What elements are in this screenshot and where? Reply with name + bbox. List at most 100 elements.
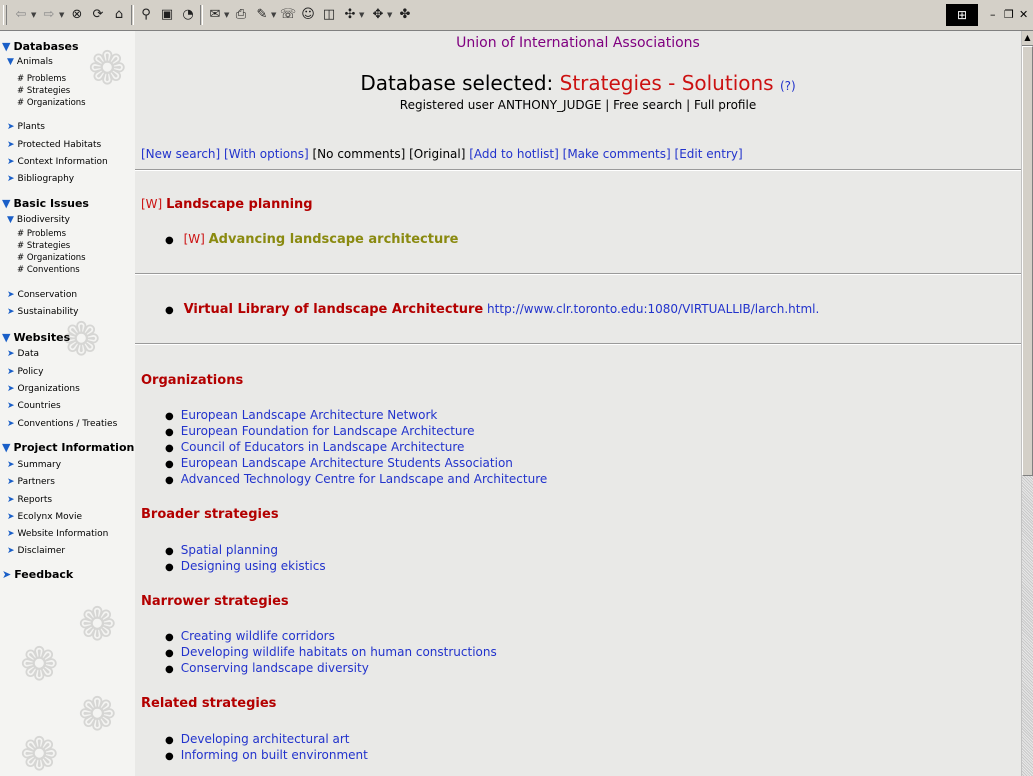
list-item[interactable]: ● Informing on built environment xyxy=(165,747,368,763)
toolbar-separator xyxy=(200,5,203,25)
edit-dropdown-icon[interactable]: ▼ xyxy=(271,5,276,25)
vertical-scrollbar[interactable]: ▲ xyxy=(1021,31,1033,776)
sidebar-item-policy[interactable]: ➤ Policy xyxy=(7,367,43,377)
encoding-dropdown-icon[interactable]: ▼ xyxy=(387,5,392,25)
edit-entry-link[interactable]: [Edit entry] xyxy=(675,147,743,161)
list-item[interactable]: ● European Landscape Architecture Network xyxy=(165,407,547,423)
tools-icon[interactable]: ✤ xyxy=(396,5,414,25)
sidebar-item-animals[interactable]: ▼ Animals xyxy=(7,57,53,67)
with-options-link[interactable]: [With options] xyxy=(224,147,309,161)
translate-icon[interactable]: ✣ xyxy=(341,5,359,25)
sidebar-section-project-information[interactable]: ▼ Project Information xyxy=(2,441,134,454)
close-icon[interactable]: ✕ xyxy=(1019,5,1028,25)
list-item[interactable]: ● European Landscape Architecture Student… xyxy=(165,455,547,471)
sub-entry: ● [W] Advancing landscape architecture xyxy=(165,232,458,247)
sidebar-item-website-information[interactable]: ➤ Website Information xyxy=(7,529,108,539)
toolbar-grip[interactable] xyxy=(3,5,7,25)
window-icon[interactable]: ◫ xyxy=(320,5,338,25)
sidebar-item-conventions-treaties[interactable]: ➤ Conventions / Treaties xyxy=(7,419,117,429)
make-comments-link[interactable]: [Make comments] xyxy=(563,147,671,161)
translate-dropdown-icon[interactable]: ▼ xyxy=(359,5,364,25)
home-icon[interactable]: ⌂ xyxy=(110,5,128,25)
chevron-down-icon: ▼ xyxy=(2,197,11,210)
history-icon[interactable]: ◔ xyxy=(179,5,197,25)
scrollbar-thumb[interactable] xyxy=(1022,46,1033,476)
sidebar-item-reports[interactable]: ➤ Reports xyxy=(7,495,52,505)
paw-print-icon: ❁ xyxy=(88,41,127,95)
mail-icon[interactable]: ✉ xyxy=(206,5,224,25)
list-item[interactable]: ● Designing using ekistics xyxy=(165,558,326,574)
scrollbar-track[interactable] xyxy=(1022,476,1033,776)
sidebar-item-biodiversity[interactable]: ▼ Biodiversity xyxy=(7,215,70,225)
sidebar-item-plants[interactable]: ➤ Plants xyxy=(7,122,45,132)
print-icon[interactable]: ⎙ xyxy=(232,5,250,25)
sidebar-subitem-conventions[interactable]: # Conventions xyxy=(17,265,80,275)
restore-icon[interactable]: ❐ xyxy=(1004,5,1014,25)
list-item[interactable]: ● Council of Educators in Landscape Archi… xyxy=(165,439,547,455)
w-link[interactable]: [W] xyxy=(184,232,205,246)
chevron-right-icon: ➤ xyxy=(2,568,12,581)
sidebar-subitem-strategies[interactable]: # Strategies xyxy=(17,241,70,251)
sidebar-item-protected-habitats[interactable]: ➤ Protected Habitats xyxy=(7,140,101,150)
section-heading-broader-strategies: Broader strategies xyxy=(141,507,279,522)
discuss-icon[interactable]: ☏ xyxy=(279,5,297,25)
sidebar-item-bibliography[interactable]: ➤ Bibliography xyxy=(7,174,74,184)
bullet: ● xyxy=(165,427,174,438)
toolbar-separator xyxy=(131,5,134,25)
sidebar-section-basic-issues[interactable]: ▼ Basic Issues xyxy=(2,197,89,210)
sidebar-item-summary[interactable]: ➤ Summary xyxy=(7,460,61,470)
sidebar-item-ecolynx-movie[interactable]: ➤ Ecolynx Movie xyxy=(7,512,82,522)
sidebar-item-conservation[interactable]: ➤ Conservation xyxy=(7,290,77,300)
list-item[interactable]: ● Creating wildlife corridors xyxy=(165,628,497,644)
back-icon[interactable]: ⇦ xyxy=(12,5,30,25)
sidebar-item-organizations[interactable]: ➤ Organizations xyxy=(7,384,80,394)
paw-print-icon: ❁ xyxy=(20,637,59,691)
entry-title-text: Landscape planning xyxy=(166,197,313,212)
search-icon[interactable]: ⚲ xyxy=(137,5,155,25)
messenger-icon[interactable]: ☺ xyxy=(299,5,317,25)
sidebar-item-sustainability[interactable]: ➤ Sustainability xyxy=(7,307,79,317)
sidebar-section-databases[interactable]: ▼ Databases xyxy=(2,40,79,53)
help-link[interactable]: (?) xyxy=(780,79,796,93)
scroll-up-arrow-icon[interactable]: ▲ xyxy=(1022,31,1033,46)
sidebar-subitem-problems[interactable]: # Problems xyxy=(17,74,66,84)
forward-dropdown-icon[interactable]: ▼ xyxy=(59,5,64,25)
back-dropdown-icon[interactable]: ▼ xyxy=(31,5,36,25)
library-url-suffix: . xyxy=(815,302,820,316)
new-search-link[interactable]: [New search] xyxy=(141,147,220,161)
sidebar-item-disclaimer[interactable]: ➤ Disclaimer xyxy=(7,546,65,556)
chevron-right-icon: ➤ xyxy=(7,122,15,132)
w-link[interactable]: [W] xyxy=(141,197,162,211)
sidebar-subitem-organizations[interactable]: # Organizations xyxy=(17,253,86,263)
library-url-link[interactable]: http://www.clr.toronto.edu:1080/VIRTUALL… xyxy=(487,302,815,316)
sidebar-item-context-information[interactable]: ➤ Context Information xyxy=(7,157,108,167)
list-item[interactable]: ● Spatial planning xyxy=(165,542,326,558)
add-to-hotlist-link[interactable]: [Add to hotlist] xyxy=(469,147,559,161)
sub-entry-link[interactable]: Advancing landscape architecture xyxy=(209,232,459,247)
list-item[interactable]: ● Advanced Technology Centre for Landscap… xyxy=(165,471,547,487)
mail-dropdown-icon[interactable]: ▼ xyxy=(224,5,229,25)
stop-icon[interactable]: ⊗ xyxy=(68,5,86,25)
edit-icon[interactable]: ✎ xyxy=(253,5,271,25)
chevron-right-icon: ➤ xyxy=(7,140,15,150)
paw-print-icon: ❁ xyxy=(20,727,59,776)
sidebar-item-data[interactable]: ➤ Data xyxy=(7,349,39,359)
sidebar-item-countries[interactable]: ➤ Countries xyxy=(7,401,61,411)
chevron-right-icon: ➤ xyxy=(7,307,15,317)
sidebar-subitem-strategies[interactable]: # Strategies xyxy=(17,86,70,96)
list-item[interactable]: ● Conserving landscape diversity xyxy=(165,660,497,676)
minimize-icon[interactable]: – xyxy=(990,5,996,25)
refresh-icon[interactable]: ⟳ xyxy=(89,5,107,25)
chevron-right-icon: ➤ xyxy=(7,546,15,556)
favorites-icon[interactable]: ▣ xyxy=(158,5,176,25)
sidebar-subitem-problems[interactable]: # Problems xyxy=(17,229,66,239)
sidebar-item-partners[interactable]: ➤ Partners xyxy=(7,477,55,487)
list-item[interactable]: ● Developing architectural art xyxy=(165,731,368,747)
list-item[interactable]: ● European Foundation for Landscape Archi… xyxy=(165,423,547,439)
sidebar-section-feedback[interactable]: ➤ Feedback xyxy=(2,568,73,581)
sidebar-subitem-organizations[interactable]: # Organizations xyxy=(17,98,86,108)
encoding-icon[interactable]: ✥ xyxy=(369,5,387,25)
forward-icon[interactable]: ⇨ xyxy=(40,5,58,25)
sidebar-section-websites[interactable]: ▼ Websites xyxy=(2,331,70,344)
list-item[interactable]: ● Developing wildlife habitats on human c… xyxy=(165,644,497,660)
